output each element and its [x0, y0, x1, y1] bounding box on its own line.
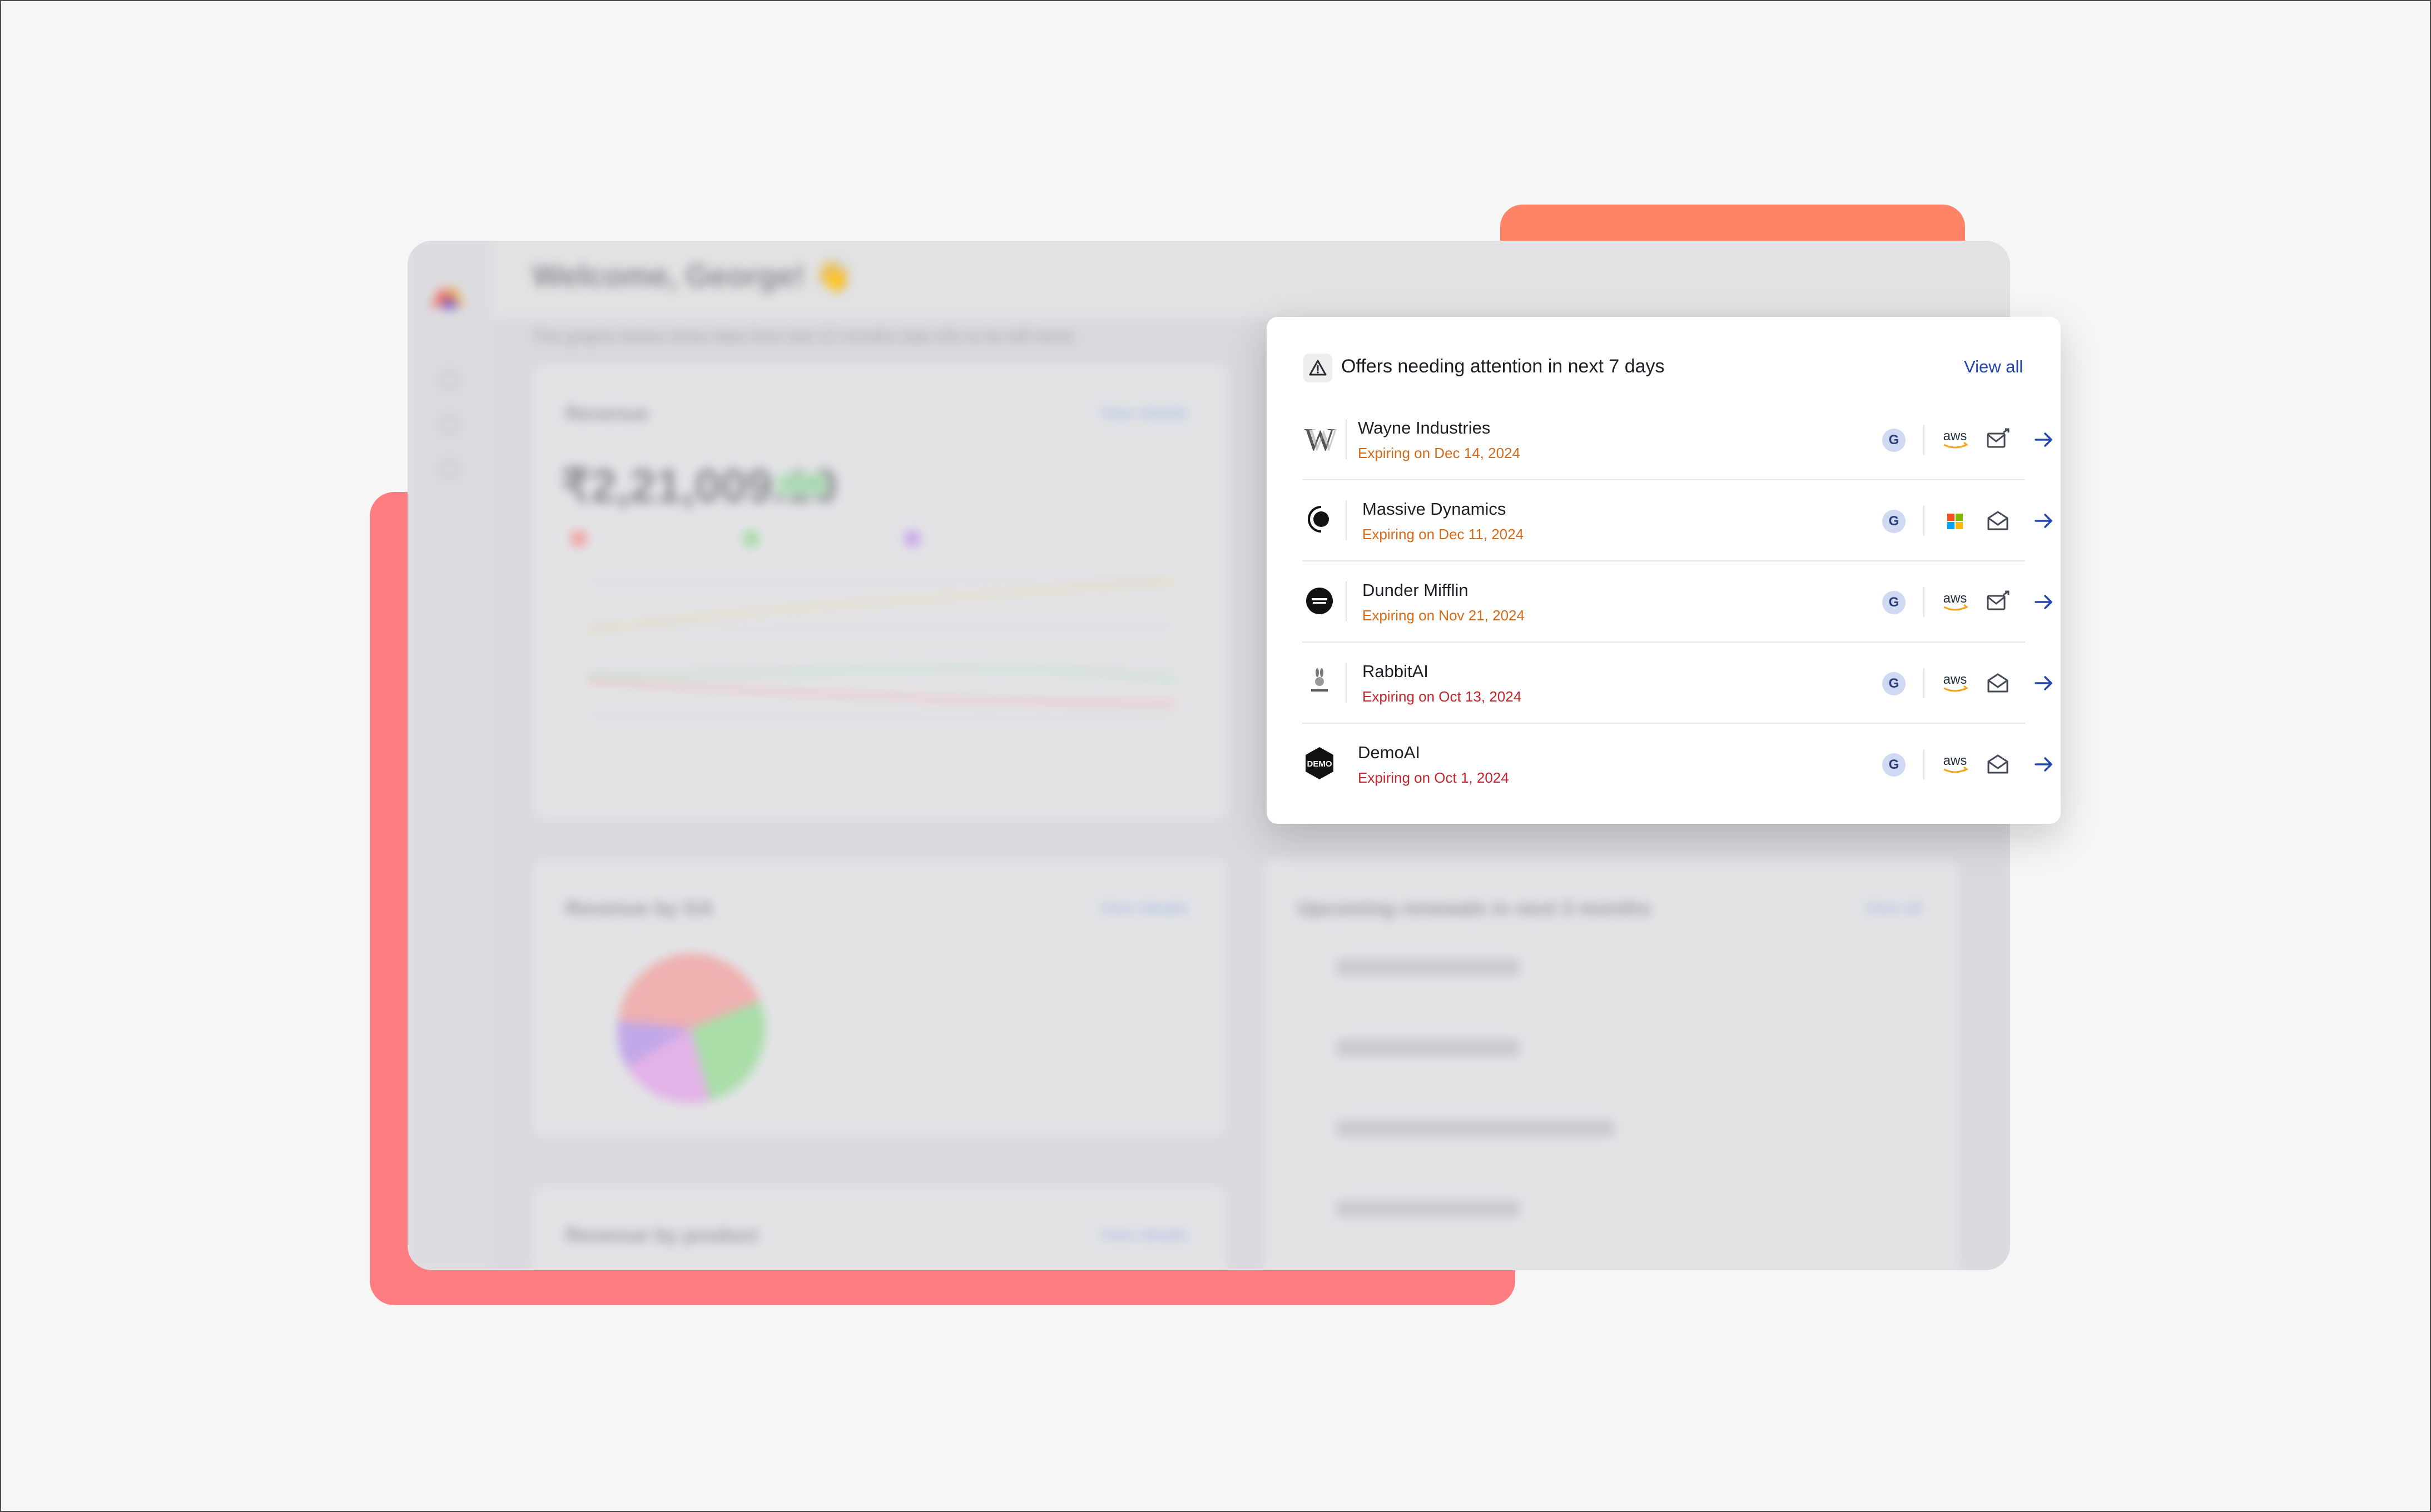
- action-divider: [1923, 668, 1924, 698]
- mail-open-icon[interactable]: [1985, 752, 2011, 777]
- google-badge-icon[interactable]: G: [1882, 591, 1906, 614]
- row-divider: [1346, 500, 1347, 540]
- svg-text:W: W: [1308, 421, 1337, 456]
- upcoming-renewals-title: Upcoming renewals in next 3 months: [1297, 897, 1651, 919]
- revenue-split-title: Revenue by GA: [565, 897, 714, 919]
- expiry-date: Expiring on Dec 14, 2024: [1358, 445, 1520, 461]
- welcome-heading: Welcome, George! 👋: [532, 258, 852, 293]
- arrow-right-icon[interactable]: [2031, 508, 2056, 534]
- revenue-change-chip: +0.1%: [777, 473, 828, 495]
- offer-row[interactable]: Massive Dynamics Expiring on Dec 11, 202…: [1302, 480, 2052, 561]
- renewal-row-placeholder: [1336, 959, 1520, 976]
- google-badge-icon[interactable]: G: [1882, 510, 1906, 533]
- expiry-date: Expiring on Oct 13, 2024: [1362, 688, 1522, 705]
- mail-open-icon[interactable]: [1985, 508, 2011, 534]
- offer-row[interactable]: DEMO DemoAI Expiring on Oct 1, 2024 G aw…: [1302, 724, 2052, 805]
- sidebar-home-icon[interactable]: [439, 370, 460, 391]
- sidebar: [408, 241, 492, 1270]
- company-name: Wayne Industries: [1358, 418, 1491, 437]
- google-badge-icon[interactable]: G: [1882, 753, 1906, 777]
- welcome-subtitle: The graphs below show data from last 12 …: [532, 327, 1074, 346]
- massive-dynamics-logo: [1302, 503, 1337, 537]
- renewal-row-placeholder: [1336, 1201, 1520, 1217]
- mail-sent-icon[interactable]: [1985, 427, 2011, 452]
- action-divider: [1923, 425, 1924, 455]
- company-name: Massive Dynamics: [1362, 499, 1506, 519]
- app-logo-icon: [430, 286, 465, 309]
- legend-marker: [905, 531, 920, 546]
- svg-text:aws: aws: [1943, 429, 1967, 444]
- legend-marker: [571, 531, 587, 546]
- google-badge-icon[interactable]: G: [1882, 429, 1906, 452]
- svg-text:aws: aws: [1943, 591, 1967, 606]
- offer-row[interactable]: WW Wayne Industries Expiring on Dec 14, …: [1302, 399, 2052, 480]
- row-divider: [1346, 581, 1347, 621]
- upcoming-renewals-link[interactable]: View all: [1864, 899, 1922, 918]
- expiry-date: Expiring on Dec 11, 2024: [1362, 526, 1524, 543]
- dunder-mifflin-logo: [1302, 584, 1337, 618]
- revenue-card: Revenue View details ₹2,21,009.10 +0.1%: [532, 364, 1227, 820]
- popup-title: Offers needing attention in next 7 days: [1341, 356, 1665, 377]
- upcoming-renewals-card: Upcoming renewals in next 3 months View …: [1264, 859, 1959, 1270]
- revenue-line-chart: [587, 579, 1178, 715]
- microsoft-icon[interactable]: [1938, 505, 1972, 538]
- revenue-split-link[interactable]: View details: [1099, 899, 1188, 918]
- expiry-date: Expiring on Oct 1, 2024: [1358, 769, 1509, 786]
- revenue-product-link[interactable]: View details: [1099, 1226, 1188, 1245]
- rabbitai-logo: [1302, 665, 1337, 699]
- offer-row[interactable]: RabbitAI Expiring on Oct 13, 2024 G aws: [1302, 643, 2052, 724]
- revenue-pie-chart: [617, 953, 766, 1103]
- row-divider: [1346, 663, 1347, 703]
- arrow-right-icon[interactable]: [2031, 427, 2056, 452]
- expiry-date: Expiring on Nov 21, 2024: [1362, 607, 1525, 624]
- google-badge-icon[interactable]: G: [1882, 672, 1906, 695]
- revenue-product-card: Revenue by product View details: [532, 1186, 1227, 1270]
- aws-icon[interactable]: aws: [1938, 424, 1972, 457]
- aws-icon[interactable]: aws: [1938, 667, 1972, 700]
- company-name: DemoAI: [1358, 743, 1420, 762]
- revenue-split-card: Revenue by GA View details: [532, 859, 1227, 1137]
- svg-text:aws: aws: [1943, 753, 1967, 768]
- revenue-view-details-link[interactable]: View details: [1099, 404, 1188, 423]
- offer-row[interactable]: Dunder Mifflin Expiring on Nov 21, 2024 …: [1302, 561, 2052, 643]
- revenue-product-title: Revenue by product: [565, 1223, 758, 1246]
- action-divider: [1923, 587, 1924, 617]
- sidebar-users-icon[interactable]: [439, 414, 460, 435]
- svg-text:DEMO: DEMO: [1307, 759, 1332, 769]
- company-name: RabbitAI: [1362, 662, 1428, 681]
- offers-attention-popup: Offers needing attention in next 7 days …: [1267, 317, 2061, 824]
- wayne-industries-logo: WW: [1302, 421, 1338, 457]
- mail-sent-icon[interactable]: [1985, 589, 2011, 615]
- mail-open-icon[interactable]: [1985, 670, 2011, 696]
- revenue-card-title: Revenue: [565, 402, 649, 425]
- aws-icon[interactable]: aws: [1938, 748, 1972, 782]
- renewal-row-placeholder: [1336, 1120, 1614, 1137]
- action-divider: [1923, 506, 1924, 536]
- sidebar-settings-icon[interactable]: [439, 459, 460, 480]
- aws-icon[interactable]: aws: [1938, 586, 1972, 619]
- renewal-row-placeholder: [1336, 1040, 1520, 1056]
- arrow-right-icon[interactable]: [2031, 752, 2056, 777]
- arrow-right-icon[interactable]: [2031, 670, 2056, 696]
- company-name: Dunder Mifflin: [1362, 580, 1468, 600]
- view-all-link[interactable]: View all: [1964, 357, 2023, 377]
- svg-text:aws: aws: [1943, 672, 1967, 687]
- arrow-right-icon[interactable]: [2031, 589, 2056, 615]
- row-divider: [1346, 419, 1347, 459]
- warning-icon: [1303, 354, 1332, 382]
- action-divider: [1923, 749, 1924, 779]
- demoai-logo: DEMO: [1302, 746, 1337, 780]
- legend-marker: [743, 531, 759, 546]
